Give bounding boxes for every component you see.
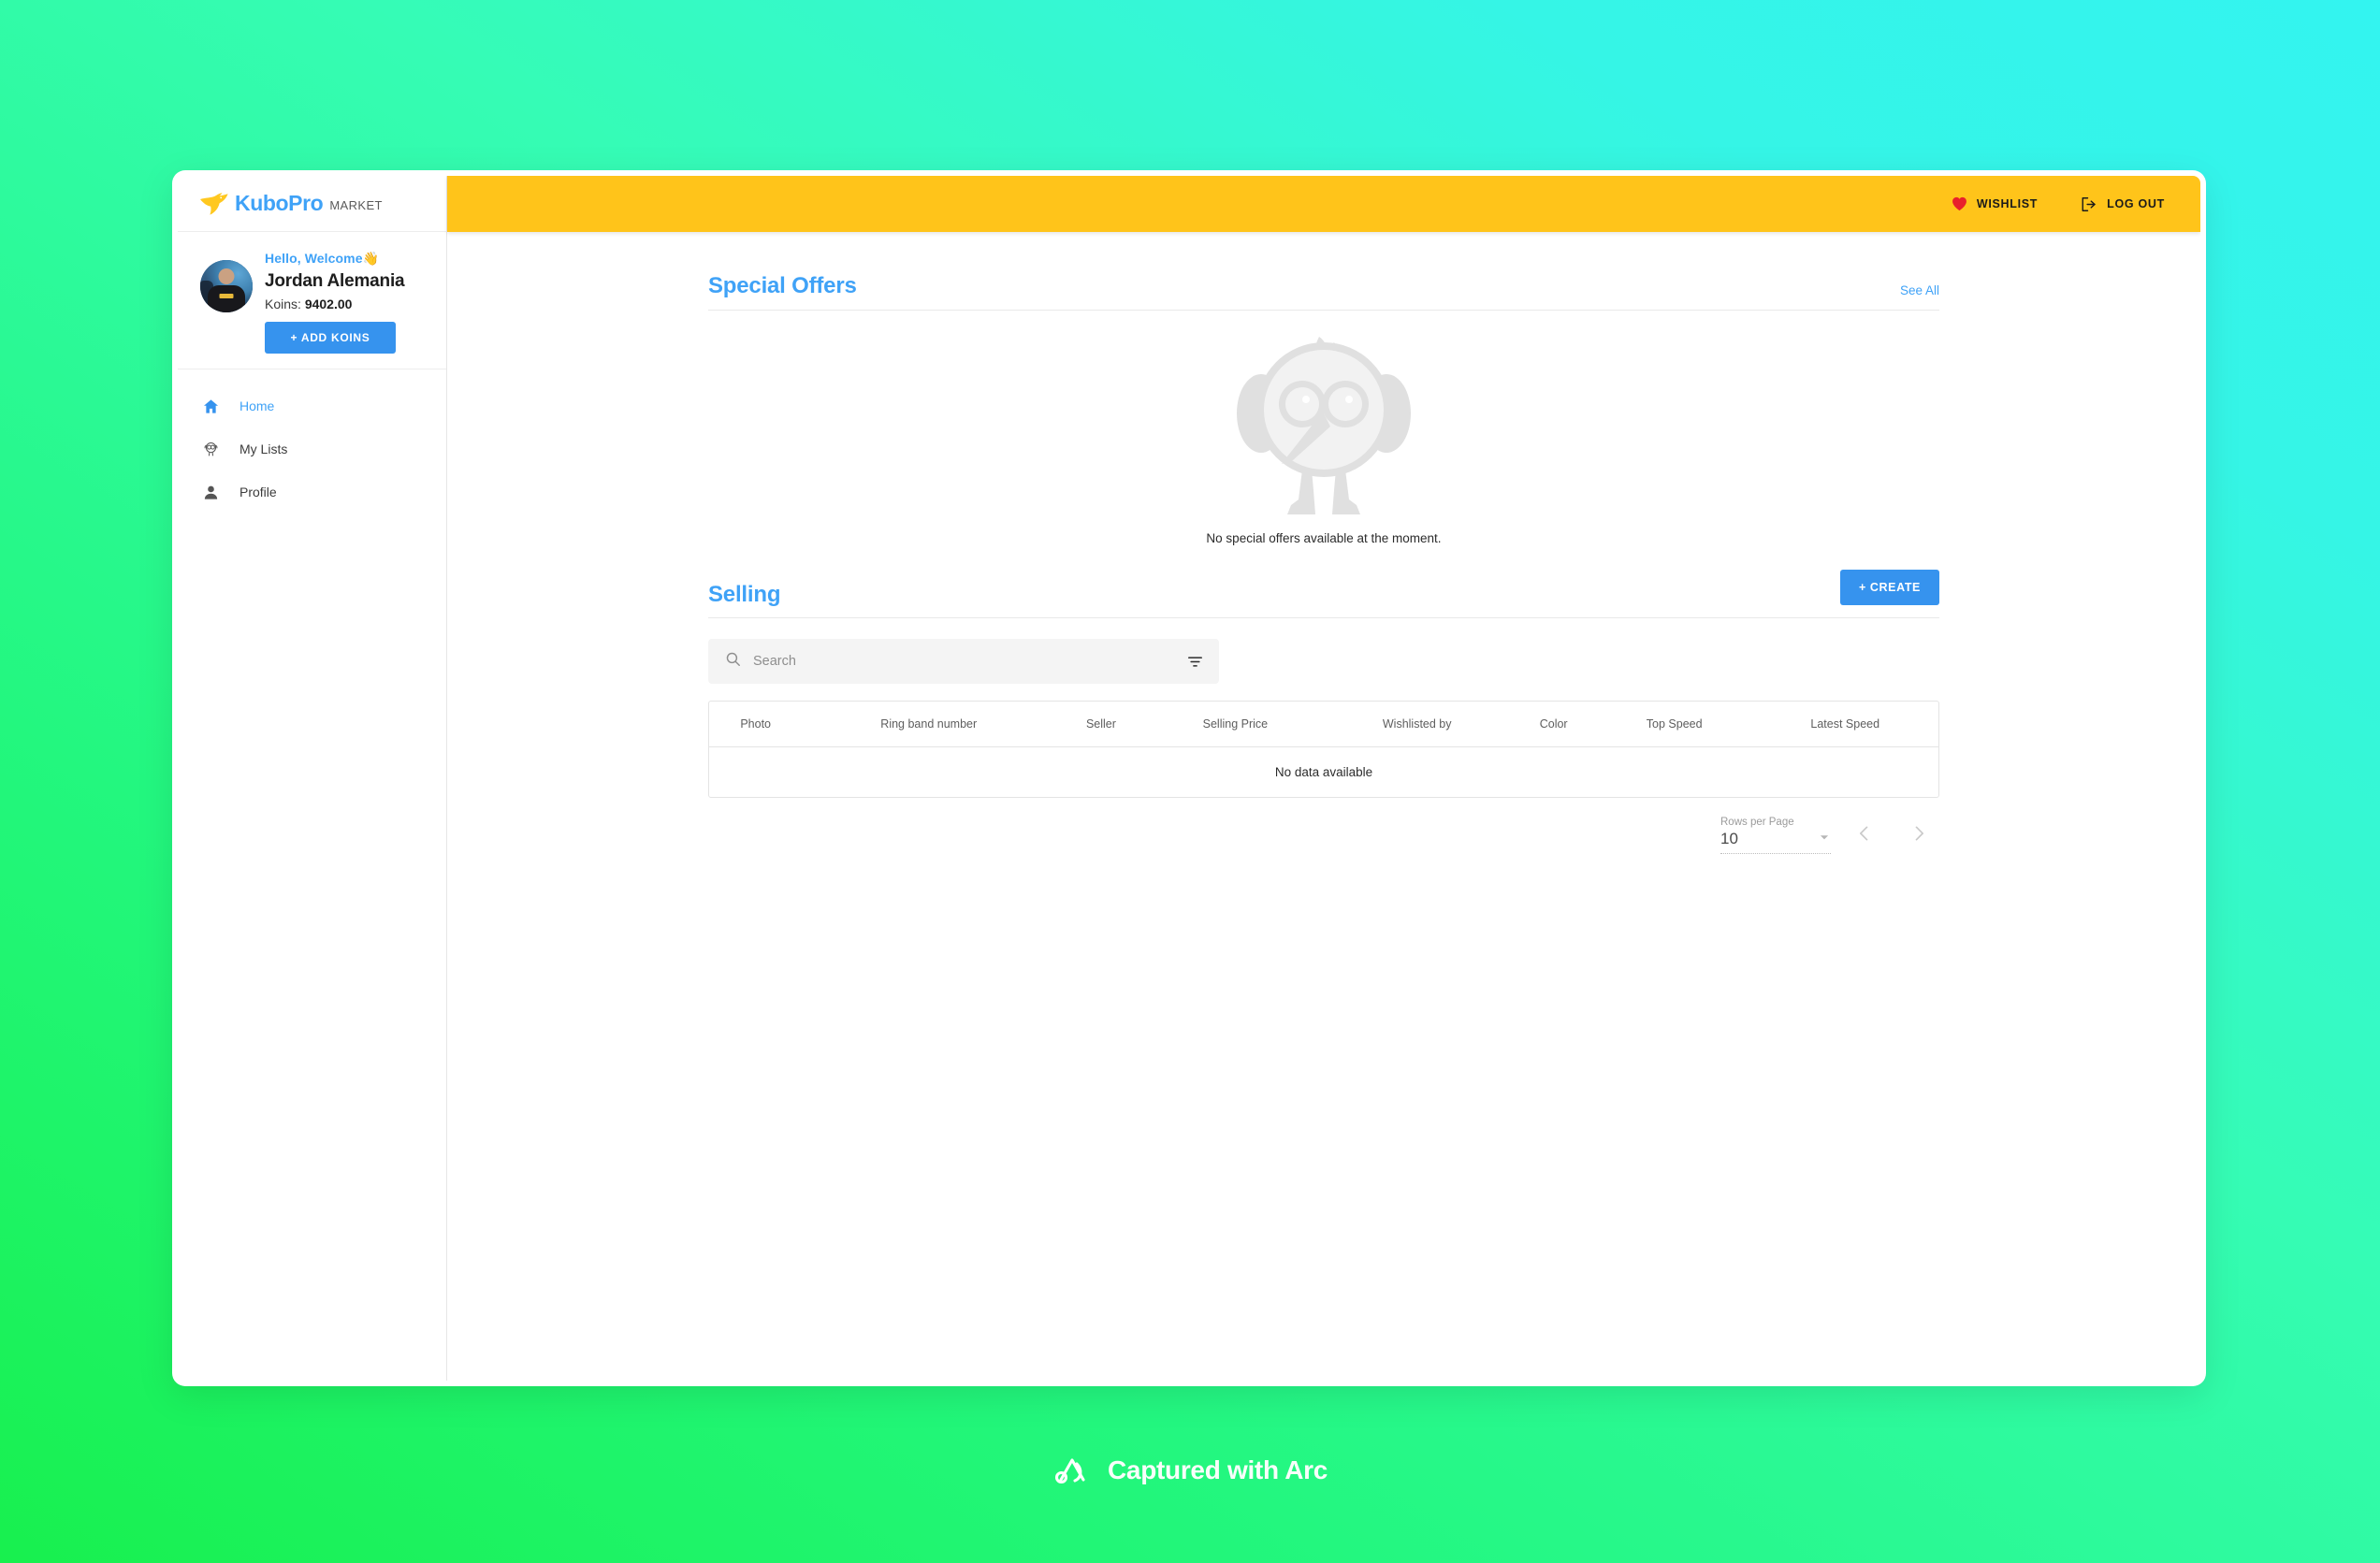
rows-per-page-value: 10 (1720, 830, 1738, 847)
table-empty-row: No data available (709, 747, 1938, 798)
sidebar-item-label: Home (239, 398, 275, 413)
chevron-left-icon (1860, 826, 1868, 841)
sidebar-item-label: My Lists (239, 441, 288, 456)
logout-label: LOG OUT (2107, 197, 2165, 210)
dove-icon (200, 192, 228, 215)
search-row (708, 618, 1939, 684)
column-header-latest-speed[interactable]: Latest Speed (1751, 702, 1938, 747)
sidebar: KuboPro MARKET Hello, Welcome👋 Jordan Al… (178, 176, 447, 1381)
special-offers-empty-message: No special offers available at the momen… (1206, 531, 1442, 545)
search-icon (725, 651, 741, 672)
sidebar-item-my-lists[interactable]: My Lists (178, 427, 446, 470)
brand-logo[interactable]: KuboPro MARKET (178, 176, 446, 232)
search-box[interactable] (708, 639, 1219, 684)
column-header-top-speed[interactable]: Top Speed (1596, 702, 1752, 747)
column-header-seller[interactable]: Seller (1055, 702, 1147, 747)
selling-header: Selling + CREATE (708, 570, 1939, 618)
logout-button[interactable]: LOG OUT (2081, 196, 2165, 212)
bird-list-icon (202, 441, 226, 458)
sidebar-item-label: Profile (239, 485, 277, 499)
user-name: Jordan Alemania (265, 271, 405, 291)
column-header-wishlisted-by[interactable]: Wishlisted by (1324, 702, 1511, 747)
column-header-photo[interactable]: Photo (709, 702, 803, 747)
special-offers-empty-state: No special offers available at the momen… (708, 311, 1939, 545)
sidebar-item-home[interactable]: Home (178, 384, 446, 427)
sidebar-item-profile[interactable]: Profile (178, 470, 446, 514)
selling-table: Photo Ring band number Seller Selling Pr… (708, 701, 1939, 798)
main-area: WISHLIST LOG OUT Special Offers See All … (447, 176, 2200, 1381)
page-title: Special Offers (708, 273, 857, 298)
previous-page-button[interactable] (1844, 813, 1885, 854)
table-header-row: Photo Ring band number Seller Selling Pr… (709, 702, 1938, 747)
chevron-right-icon (1915, 826, 1923, 841)
brand-name: KuboPro (235, 191, 324, 215)
watermark: Captured with Arc (0, 1454, 2380, 1486)
search-input[interactable] (753, 654, 1186, 669)
chevron-down-icon (1818, 831, 1831, 848)
owl-mascot-icon (1237, 337, 1411, 514)
wishlist-button[interactable]: WISHLIST (1952, 196, 2038, 211)
greeting: Hello, Welcome👋 (265, 251, 404, 267)
avatar[interactable] (200, 260, 253, 312)
waving-hand-icon: 👋 (362, 251, 380, 266)
create-button[interactable]: + CREATE (1839, 570, 1939, 605)
browser-window: KuboPro MARKET Hello, Welcome👋 Jordan Al… (172, 170, 2206, 1386)
column-header-ring-band-number[interactable]: Ring band number (802, 702, 1056, 747)
see-all-link[interactable]: See All (1900, 283, 1939, 299)
add-koins-button[interactable]: + ADD KOINS (265, 322, 396, 354)
arc-logo-icon (1054, 1458, 1085, 1484)
rows-per-page-label: Rows per Page (1720, 817, 1794, 828)
home-icon (202, 398, 226, 415)
next-page-button[interactable] (1898, 813, 1939, 854)
special-offers-header: Special Offers See All (708, 273, 1939, 311)
no-data-message: No data available (1274, 765, 1373, 779)
column-header-color[interactable]: Color (1510, 702, 1597, 747)
rows-per-page-select[interactable]: 10 (1720, 830, 1831, 854)
filter-icon[interactable] (1186, 653, 1204, 671)
pagination: Rows per Page 10 (708, 798, 1939, 854)
brand-suffix: MARKET (329, 198, 383, 212)
column-header-selling-price[interactable]: Selling Price (1146, 702, 1324, 747)
top-bar: WISHLIST LOG OUT (447, 176, 2200, 232)
wishlist-label: WISHLIST (1976, 197, 2039, 210)
watermark-text: Captured with Arc (1108, 1455, 1328, 1484)
sidebar-nav: Home My Lists Profile (178, 369, 446, 514)
logout-icon (2081, 196, 2097, 212)
profile-block: Hello, Welcome👋 Jordan Alemania Koins: 9… (178, 232, 446, 369)
koins-value: 9402.00 (304, 297, 353, 311)
heart-icon (1952, 196, 1967, 211)
person-icon (202, 484, 226, 501)
page-content: Special Offers See All No special offers… (447, 232, 2200, 1381)
koins-balance: Koins: 9402.00 (265, 297, 404, 311)
rows-per-page[interactable]: Rows per Page 10 (1720, 817, 1831, 854)
koins-label: Koins: (265, 297, 301, 311)
selling-title: Selling (708, 582, 781, 607)
greeting-text: Hello, Welcome (265, 251, 363, 266)
